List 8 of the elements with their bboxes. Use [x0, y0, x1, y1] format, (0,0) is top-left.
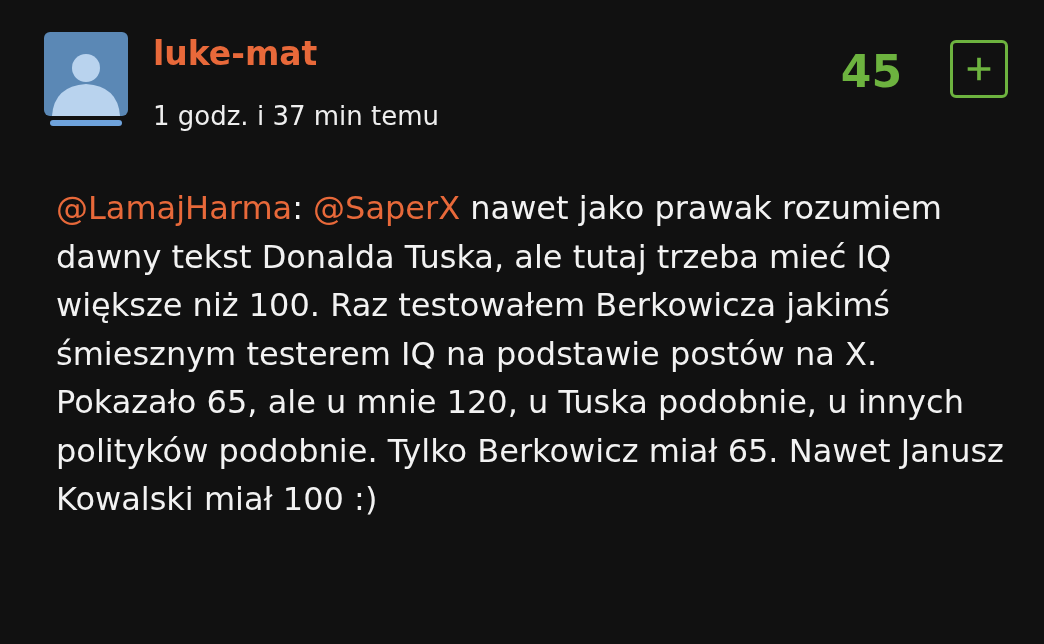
vote-count: 45	[840, 46, 902, 97]
comment-text: @LamajHarma: @SaperX nawet jako prawak rozumiem dawny tekst Donalda Tuska, ale tutaj trzeba mieć IQ większe niż 100. Raz testowałem Berkowicza jakimś śmiesznym testerem IQ na podstawie postów na X. Pokazało 65, ale u mnie 120, u Tuska podobnie, u innych polityków podobnie. Tylko Berkowicz miał 65. Nawet Janusz Kowalski miał 100 :)	[56, 188, 1005, 520]
username-link[interactable]: luke-mat	[153, 34, 440, 74]
upvote-button[interactable]	[950, 40, 1008, 98]
mention-link[interactable]: @LamajHarma	[56, 189, 293, 227]
mention-link[interactable]: @SaperX	[313, 189, 461, 227]
avatar-icon[interactable]	[44, 32, 128, 128]
timestamp: 1 godz. i 37 min temu	[153, 100, 440, 133]
